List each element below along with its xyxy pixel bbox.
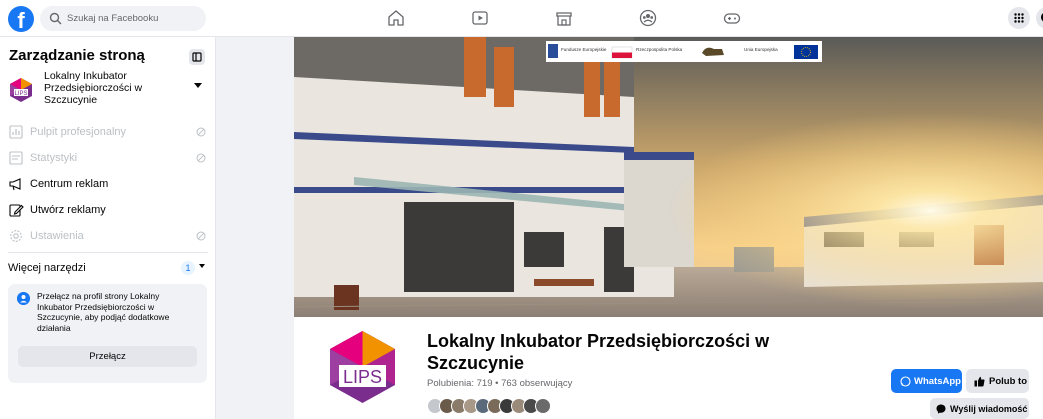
page-title: Lokalny Inkubator Przedsiębiorczości w S… (427, 330, 807, 374)
sidebar-item-insights[interactable]: Statystyki (8, 148, 208, 170)
like-label: Polub to (989, 375, 1027, 387)
page-profile-picture[interactable]: LIPS (318, 322, 407, 411)
send-message-label: Wyślij wiadomość (950, 403, 1028, 414)
page-name: Lokalny Inkubator Przedsiębiorczości w S… (44, 70, 143, 106)
sidebar-item-label: Ustawienia (30, 230, 84, 242)
sidebar-item-ad-center[interactable]: Centrum reklam (8, 174, 208, 196)
menu-grid-icon[interactable] (1008, 7, 1030, 29)
eu-label-poland: Rzeczpospolita Polska (636, 47, 683, 52)
whatsapp-label: WhatsApp (914, 375, 961, 387)
page-title-line1: Lokalny Inkubator Przedsiębiorczości w (427, 331, 770, 351)
sidebar-divider (8, 252, 208, 253)
thumbs-up-icon (974, 376, 985, 386)
eu-label-union: Unia Europejska (744, 47, 778, 52)
chevron-down-icon[interactable] (194, 83, 202, 88)
chevron-down-icon (199, 264, 205, 268)
facebook-logo[interactable]: f (8, 6, 34, 32)
search-input[interactable] (67, 6, 202, 31)
unavailable-icon (196, 231, 206, 241)
svg-text:LIPS: LIPS (14, 91, 27, 97)
send-message-button[interactable]: Wyślij wiadomość (930, 398, 1029, 419)
home-icon[interactable] (386, 8, 406, 28)
cover-photo[interactable]: Fundusze Europejskie Rzeczpospolita Pols… (294, 37, 1043, 317)
page-switcher[interactable]: LIPS Lokalny Inkubator Przedsiębiorczośc… (8, 70, 208, 116)
unavailable-icon (196, 153, 206, 163)
switch-profile-card: Przełącz na profil strony Lokalny Inkuba… (8, 284, 207, 383)
eu-label-funds: Fundusze Europejskie (561, 47, 607, 52)
page-stats[interactable]: Polubienia: 719 • 763 obserwujący (427, 378, 572, 389)
like-page-button[interactable]: Polub to (966, 369, 1029, 393)
search-box[interactable] (40, 6, 206, 31)
page-avatar: LIPS (8, 77, 34, 103)
top-navigation-bar: f (0, 0, 1043, 37)
sidebar-item-label: Statystyki (30, 152, 78, 164)
follower-avatar (535, 398, 551, 414)
unavailable-icon (196, 127, 206, 137)
sidebar-item-settings[interactable]: Ustawienia (8, 226, 208, 248)
more-tools-label: Więcej narzędzi (8, 262, 86, 274)
switch-profile-text: Przełącz na profil strony Lokalny Inkuba… (37, 291, 170, 333)
sidebar-item-label: Centrum reklam (30, 178, 109, 190)
megaphone-icon (9, 178, 21, 191)
sidebar-title: Zarządzanie stroną (9, 47, 145, 64)
whatsapp-button[interactable]: WhatsApp (891, 369, 962, 393)
sidebar-item-label: Pulpit profesjonalny (30, 126, 127, 138)
messenger-icon (936, 404, 946, 414)
switch-profile-icon (17, 292, 30, 305)
follower-faces[interactable] (427, 398, 567, 414)
more-tools-count-badge: 1 (181, 261, 195, 275)
insights-icon (9, 151, 23, 165)
sidebar-item-label: Utwórz reklamy (30, 204, 106, 216)
more-tools-toggle[interactable]: Więcej narzędzi 1 (8, 259, 208, 277)
gaming-icon[interactable] (722, 8, 742, 28)
sidebar-item-professional-dashboard[interactable]: Pulpit profesjonalny (8, 122, 208, 144)
messenger-icon[interactable] (1036, 7, 1043, 29)
whatsapp-icon (900, 375, 911, 387)
page-title-line2: Szczucynie (427, 353, 525, 373)
groups-icon[interactable] (638, 8, 658, 28)
page-management-sidebar: Zarządzanie stroną LIPS Lokalny Inkubato… (0, 37, 216, 419)
dashboard-icon (9, 125, 23, 139)
edit-icon (9, 204, 24, 217)
cover-image (294, 37, 1043, 317)
eu-funding-banner: Fundusze Europejskie Rzeczpospolita Pols… (546, 41, 822, 62)
collapse-sidebar-icon[interactable] (189, 49, 205, 65)
logo-text: LIPS (343, 367, 382, 387)
search-icon (49, 12, 62, 25)
watch-icon[interactable] (470, 8, 490, 28)
marketplace-icon[interactable] (554, 8, 574, 28)
switch-profile-button[interactable]: Przełącz (18, 346, 197, 367)
gear-icon (10, 230, 22, 242)
sidebar-item-create-ads[interactable]: Utwórz reklamy (8, 200, 208, 222)
